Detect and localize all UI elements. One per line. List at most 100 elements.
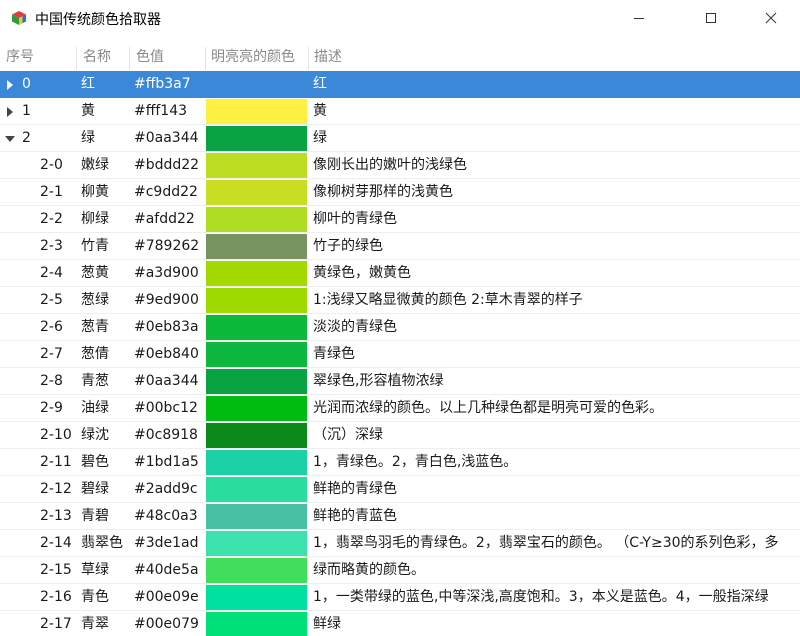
color-description: 翠绿色,形容植物浓绿 — [313, 373, 444, 389]
table-row[interactable]: 2-7 葱倩 #0eb840 青绿色 — [0, 341, 800, 368]
color-swatch — [206, 585, 307, 610]
color-swatch — [206, 288, 307, 313]
minimize-button[interactable] — [616, 0, 662, 36]
table-row[interactable]: 2-9 油绿 #00bc12 光润而浓绿的颜色。以上几种绿色都是明亮可爱的色彩。 — [0, 395, 800, 422]
color-hex-value: #0aa344 — [134, 373, 199, 389]
color-name: 青葱 — [81, 373, 109, 389]
column-header-description[interactable]: 描述 — [314, 45, 342, 70]
color-description: 鲜艳的青绿色 — [313, 481, 397, 497]
row-index: 2-1 — [40, 184, 63, 200]
maximize-icon — [706, 13, 716, 23]
color-hex-value: #bddd22 — [134, 157, 200, 173]
color-description: 绿 — [313, 130, 327, 146]
column-header: 序号 名称 色值 明亮亮的颜色 描述 — [0, 45, 800, 70]
table-row[interactable]: 2-1 柳黄 #c9dd22 像柳树芽那样的浅黄色 — [0, 179, 800, 206]
color-hex-value: #0c8918 — [134, 427, 198, 443]
color-swatch — [206, 315, 307, 340]
color-description: （沉）深绿 — [313, 427, 383, 443]
expand-arrow-icon[interactable] — [3, 71, 17, 98]
color-description: 1，青绿色。2，青白色,浅蓝色。 — [313, 454, 518, 470]
row-index: 2-4 — [40, 265, 63, 281]
color-name: 碧绿 — [81, 481, 109, 497]
table-row[interactable]: 2-12 碧绿 #2add9c 鲜艳的青绿色 — [0, 476, 800, 503]
row-index: 2-15 — [40, 562, 72, 578]
table-row[interactable]: 2-10 绿沈 #0c8918 （沉）深绿 — [0, 422, 800, 449]
color-name: 柳绿 — [81, 211, 109, 227]
color-swatch — [206, 207, 307, 232]
color-description: 1，翡翠鸟羽毛的青绿色。2，翡翠宝石的颜色。 （C-Y≥30的系列色彩，多 — [313, 535, 779, 551]
row-index: 2-3 — [40, 238, 63, 254]
color-name: 绿沈 — [81, 427, 109, 443]
table-row[interactable]: 2-14 翡翠色 #3de1ad 1，翡翠鸟羽毛的青绿色。2，翡翠宝石的颜色。 （C-… — [0, 530, 800, 557]
color-description: 像刚长出的嫩叶的浅绿色 — [313, 157, 467, 173]
row-index: 2-10 — [40, 427, 72, 443]
color-swatch — [206, 261, 307, 286]
color-description: 绿而略黄的颜色。 — [313, 562, 425, 578]
color-name: 葱倩 — [81, 346, 109, 362]
column-divider[interactable] — [205, 47, 206, 70]
table-row[interactable]: 0 红 #ffb3a7 红 — [0, 71, 800, 98]
column-divider[interactable] — [129, 47, 130, 70]
table-row[interactable]: 2-4 葱黄 #a3d900 黄绿色，嫩黄色 — [0, 260, 800, 287]
color-description: 鲜绿 — [313, 616, 341, 632]
table-row[interactable]: 2-15 草绿 #40de5a 绿而略黄的颜色。 — [0, 557, 800, 584]
color-description: 竹子的绿色 — [313, 238, 383, 254]
color-hex-value: #789262 — [134, 238, 200, 254]
table-row[interactable]: 2-3 竹青 #789262 竹子的绿色 — [0, 233, 800, 260]
row-index: 2-7 — [40, 346, 63, 362]
column-header-hex[interactable]: 色值 — [136, 45, 164, 70]
table-row[interactable]: 2-8 青葱 #0aa344 翠绿色,形容植物浓绿 — [0, 368, 800, 395]
color-hex-value: #0eb840 — [134, 346, 199, 362]
table-row[interactable]: 2-16 青色 #00e09e 1，一类带绿的蓝色,中等深浅,高度饱和。3，本义是蓝色… — [0, 584, 800, 611]
color-name: 葱青 — [81, 319, 109, 335]
color-swatch — [206, 423, 307, 448]
color-description: 光润而浓绿的颜色。以上几种绿色都是明亮可爱的色彩。 — [313, 400, 663, 416]
collapse-arrow-icon[interactable] — [3, 125, 17, 152]
color-swatch — [206, 504, 307, 529]
color-name: 嫩绿 — [81, 157, 109, 173]
table-row[interactable]: 2 绿 #0aa344 绿 — [0, 125, 800, 152]
column-divider[interactable] — [76, 47, 77, 70]
color-description: 淡淡的青绿色 — [313, 319, 397, 335]
table-row[interactable]: 2-11 碧色 #1bd1a5 1，青绿色。2，青白色,浅蓝色。 — [0, 449, 800, 476]
column-header-index[interactable]: 序号 — [6, 45, 34, 70]
color-swatch — [206, 234, 307, 259]
row-index: 2-17 — [40, 616, 72, 632]
color-hex-value: #a3d900 — [134, 265, 199, 281]
color-hex-value: #afdd22 — [134, 211, 195, 227]
table-row[interactable]: 2-5 葱绿 #9ed900 1:浅绿又略显微黄的颜色 2:草木青翠的样子 — [0, 287, 800, 314]
row-index: 2-14 — [40, 535, 72, 551]
table-row[interactable]: 2-0 嫩绿 #bddd22 像刚长出的嫩叶的浅绿色 — [0, 152, 800, 179]
color-swatch — [206, 396, 307, 421]
table-row[interactable]: 1 黄 #fff143 黄 — [0, 98, 800, 125]
table-row[interactable]: 2-13 青碧 #48c0a3 鲜艳的青蓝色 — [0, 503, 800, 530]
table-row[interactable]: 2-6 葱青 #0eb83a 淡淡的青绿色 — [0, 314, 800, 341]
color-name: 葱绿 — [81, 292, 109, 308]
color-hex-value: #00e09e — [134, 589, 199, 605]
color-description: 1，一类带绿的蓝色,中等深浅,高度饱和。3，本义是蓝色。4，一般指深绿 — [313, 589, 769, 605]
color-name: 柳黄 — [81, 184, 109, 200]
expand-arrow-icon[interactable] — [3, 98, 17, 125]
color-swatch — [206, 612, 307, 636]
color-name: 葱黄 — [81, 265, 109, 281]
column-header-swatch[interactable]: 明亮亮的颜色 — [211, 45, 295, 70]
row-index: 2-12 — [40, 481, 72, 497]
color-description: 鲜艳的青蓝色 — [313, 508, 397, 524]
color-hex-value: #ffb3a7 — [134, 76, 191, 92]
row-index: 2-5 — [40, 292, 63, 308]
column-header-name[interactable]: 名称 — [83, 45, 111, 70]
maximize-button[interactable] — [688, 0, 734, 36]
row-index: 2-16 — [40, 589, 72, 605]
row-index: 2-9 — [40, 400, 63, 416]
close-button[interactable] — [748, 0, 794, 36]
table-row[interactable]: 2-2 柳绿 #afdd22 柳叶的青绿色 — [0, 206, 800, 233]
minimize-icon — [634, 18, 644, 19]
color-tree-grid[interactable]: 0 红 #ffb3a7 红 1 黄 #fff143 黄 2 绿 #0aa344 绿 2-0 嫩绿 #bddd… — [0, 71, 800, 636]
close-icon — [765, 12, 777, 24]
color-name: 青色 — [81, 589, 109, 605]
column-divider[interactable] — [308, 47, 309, 70]
title-bar: 中国传统颜色拾取器 — [0, 0, 800, 36]
table-row[interactable]: 2-17 青翠 #00e079 鲜绿 — [0, 611, 800, 636]
color-cube-icon — [12, 11, 26, 25]
color-swatch — [206, 99, 307, 124]
